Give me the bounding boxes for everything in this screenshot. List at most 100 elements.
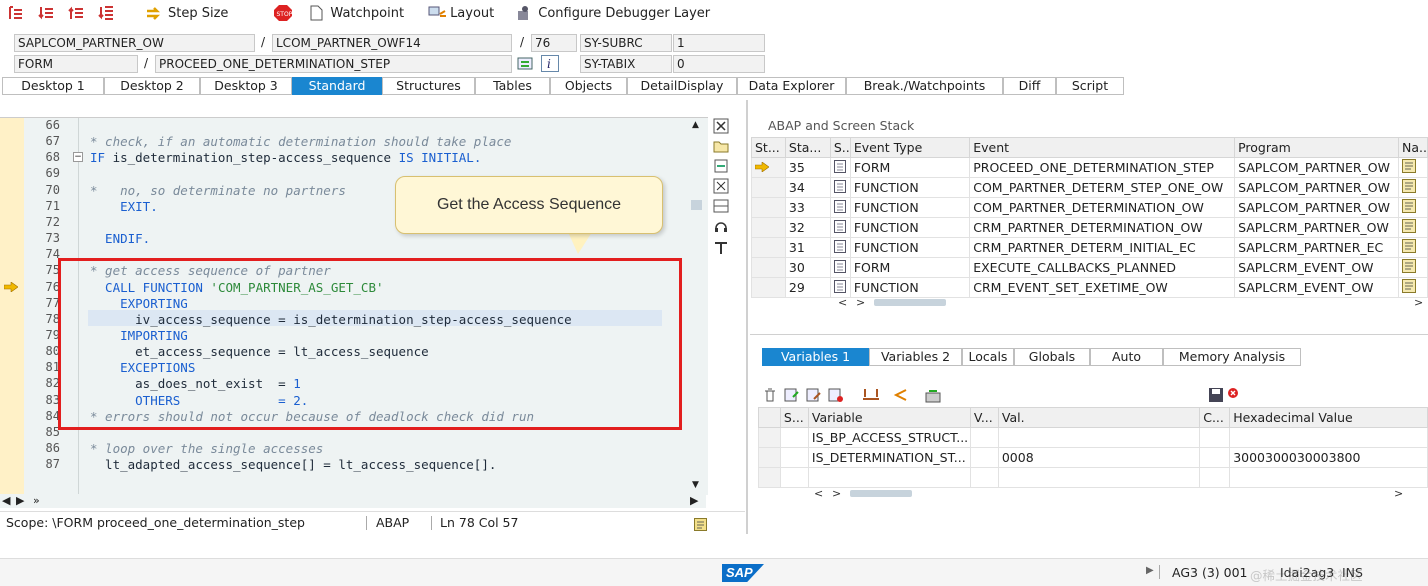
row-selector[interactable] — [758, 467, 781, 488]
watchpoint-button[interactable]: Watchpoint — [330, 6, 404, 21]
scroll-left-icon[interactable]: < — [838, 296, 847, 309]
variables-column-header[interactable]: Variable — [807, 407, 971, 428]
notes-icon[interactable] — [694, 516, 707, 531]
navigate-cell[interactable] — [1397, 197, 1428, 218]
navigate-cell[interactable] — [1397, 237, 1428, 258]
scroll-up-icon[interactable]: ▲ — [692, 120, 699, 130]
configure-layer-icon[interactable] — [516, 5, 532, 21]
variables-column-header[interactable]: Hexadecimal Value — [1229, 407, 1428, 428]
stack-row[interactable]: 30 FORM EXECUTE_CALLBACKS_PLANNED SAPLCRM_E… — [751, 257, 1428, 278]
scroll-thumb[interactable] — [691, 200, 702, 210]
variable-row[interactable]: IS_BP_ACCESS_STRUCT... — [758, 427, 1428, 448]
text-tool-icon[interactable] — [713, 240, 731, 256]
tab-structures[interactable]: Structures — [382, 77, 475, 95]
scroll-left-icon[interactable]: < — [814, 487, 823, 500]
scroll-far-right-icon[interactable]: > — [1394, 487, 1403, 500]
configure-layer-button[interactable]: Configure Debugger Layer — [538, 6, 710, 21]
variable-hex[interactable] — [1229, 427, 1428, 448]
tab-tables[interactable]: Tables — [475, 77, 550, 95]
variable-hex[interactable]: 3000300030003800 — [1229, 447, 1428, 468]
variables-column-header[interactable]: Val. — [997, 407, 1201, 428]
variable-hex[interactable] — [1229, 467, 1428, 488]
cancel-icon[interactable] — [1227, 387, 1239, 402]
source-icon[interactable] — [1401, 199, 1416, 216]
tools-icon[interactable] — [713, 158, 731, 174]
tab-variables-2[interactable]: Variables 2 — [869, 348, 962, 366]
navigate-icon[interactable] — [892, 387, 910, 406]
variables-column-header[interactable]: V... — [969, 407, 999, 428]
step-size-icon[interactable] — [146, 5, 162, 21]
tab-variables-1[interactable]: Variables 1 — [762, 348, 869, 366]
navigate-cell[interactable] — [1397, 217, 1428, 238]
stack-column-header[interactable]: Event — [969, 137, 1236, 158]
variable-name[interactable] — [807, 467, 971, 488]
step-into-icon[interactable] — [8, 5, 24, 21]
info-icon[interactable]: i — [541, 55, 559, 72]
source-icon[interactable] — [1401, 279, 1416, 296]
watchpoint-icon[interactable] — [308, 5, 324, 21]
stack-row[interactable]: 33 FUNCTION COM_PARTNER_DETERMINATION_OW SA… — [751, 197, 1428, 218]
collapse-icon[interactable]: − — [73, 152, 83, 162]
navigate-cell[interactable] — [1397, 257, 1428, 278]
stack-column-header[interactable]: Sta... — [784, 137, 831, 158]
edit-variable-icon[interactable] — [806, 387, 822, 406]
stack-column-header[interactable]: S... — [829, 137, 851, 158]
include-field[interactable]: LCOM_PARTNER_OWF14 — [272, 34, 512, 52]
source-icon[interactable] — [1401, 239, 1416, 256]
routine-field[interactable]: PROCEED_ONE_DETERMINATION_STEP — [155, 55, 512, 73]
navigate-cell[interactable] — [1397, 177, 1428, 198]
breakpoint-gutter[interactable] — [0, 118, 24, 494]
stack-column-header[interactable]: St... — [751, 137, 786, 158]
tab-data-explorer[interactable]: Data Explorer — [737, 77, 846, 95]
headset-icon[interactable] — [713, 218, 731, 234]
variable-value[interactable]: 0008 — [997, 447, 1201, 468]
stack-row[interactable]: 35 FORM PROCEED_ONE_DETERMINATION_STEP SAPL… — [751, 157, 1428, 178]
display-icon[interactable] — [517, 56, 535, 72]
variable-name[interactable]: IS_BP_ACCESS_STRUCT... — [807, 427, 971, 448]
tab-auto[interactable]: Auto — [1090, 348, 1163, 366]
tab-desktop-1[interactable]: Desktop 1 — [2, 77, 104, 95]
layout-icon[interactable] — [428, 5, 447, 21]
open-folder-icon[interactable] — [713, 138, 731, 154]
continue-icon[interactable] — [98, 5, 114, 21]
expand-icon[interactable]: ▶ — [1146, 565, 1154, 576]
save-icon[interactable] — [1208, 387, 1224, 406]
scroll-right-end-icon[interactable]: ▶ — [690, 494, 698, 507]
export-icon[interactable] — [924, 387, 942, 406]
tab-desktop-3[interactable]: Desktop 3 — [200, 77, 292, 95]
stack-column-header[interactable]: Program — [1234, 137, 1399, 158]
replace-tool-icon[interactable] — [713, 178, 731, 194]
line-field[interactable]: 76 — [531, 34, 577, 52]
source-icon[interactable] — [1401, 259, 1416, 276]
variable-row[interactable]: IS_DETERMINATION_ST... 0008 30003000300038… — [758, 447, 1428, 468]
editor-vertical-scrollbar[interactable]: ▲ ▼ — [690, 118, 704, 494]
scroll-far-right-icon[interactable]: > — [1414, 296, 1423, 309]
step-return-icon[interactable] — [68, 5, 84, 21]
stack-row[interactable]: 34 FUNCTION COM_PARTNER_DETERM_STEP_ONE_OW… — [751, 177, 1428, 198]
variable-value[interactable] — [997, 427, 1201, 448]
stop-icon[interactable]: STOP — [274, 5, 293, 21]
layout-button[interactable]: Layout — [450, 6, 494, 21]
source-icon[interactable] — [1401, 179, 1416, 196]
editor-horizontal-scrollbar[interactable]: ◀ ▶ » ▶ — [0, 494, 706, 508]
navigate-cell[interactable] — [1397, 277, 1428, 298]
scroll-thumb[interactable] — [850, 490, 912, 497]
row-selector[interactable] — [758, 427, 781, 448]
scroll-end-icon[interactable]: » — [33, 494, 40, 507]
tab-desktop-2[interactable]: Desktop 2 — [104, 77, 200, 95]
tab-standard[interactable]: Standard — [292, 77, 382, 95]
type-field[interactable]: FORM — [14, 55, 138, 73]
variables-column-header[interactable]: S... — [779, 407, 809, 428]
remove-variable-icon[interactable] — [828, 387, 844, 406]
variable-row[interactable] — [758, 467, 1428, 488]
tab-break-watchpoints[interactable]: Break./Watchpoints — [846, 77, 1003, 95]
stack-row[interactable]: 29 FUNCTION CRM_EVENT_SET_EXETIME_OW SAPLCR… — [751, 277, 1428, 298]
new-variable-icon[interactable] — [784, 387, 800, 406]
scroll-thumb[interactable] — [874, 299, 946, 306]
scroll-right-icon[interactable]: ▶ — [16, 494, 24, 507]
step-over-icon[interactable] — [38, 5, 54, 21]
source-icon[interactable] — [1401, 219, 1416, 236]
arrange-icon[interactable] — [862, 387, 880, 406]
row-selector[interactable] — [758, 447, 781, 468]
stack-row[interactable]: 32 FUNCTION CRM_PARTNER_DETERMINATION_OW SA… — [751, 217, 1428, 238]
